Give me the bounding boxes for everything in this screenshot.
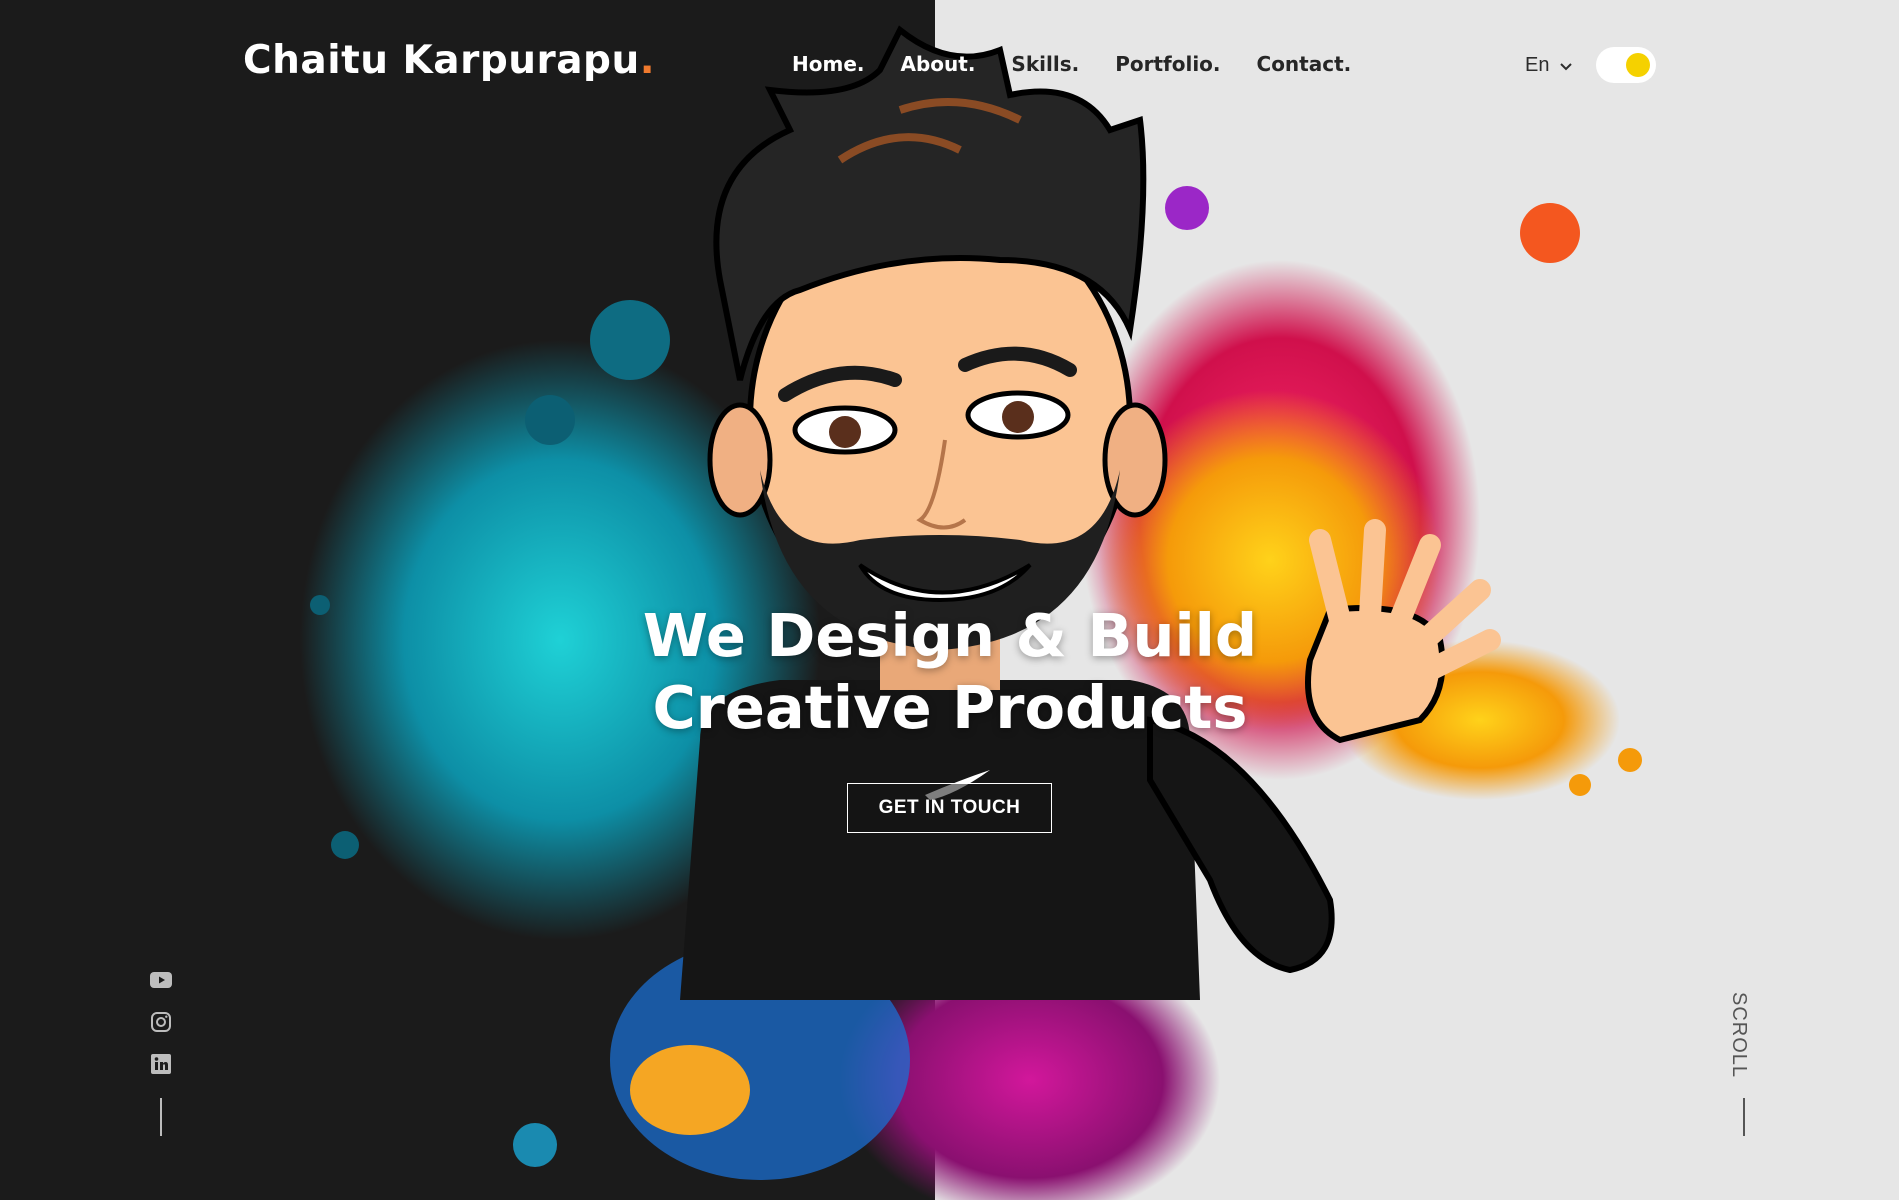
social-links xyxy=(149,968,173,1076)
brand-dot: . xyxy=(639,38,656,83)
left-ear xyxy=(707,402,773,518)
youtube-icon[interactable] xyxy=(149,968,173,992)
main-navigation: Home. About. Skills. Portfolio. Contact. xyxy=(792,52,1351,76)
brand-logo[interactable]: Chaitu Karpurapu. xyxy=(243,38,655,83)
nav-about[interactable]: About. xyxy=(900,52,975,76)
get-in-touch-button[interactable]: GET IN TOUCH xyxy=(847,783,1052,833)
nav-contact[interactable]: Contact. xyxy=(1257,52,1352,76)
teal-paint-dot xyxy=(525,395,575,445)
teal-paint-dot xyxy=(331,831,359,859)
purple-paint-dot xyxy=(1165,186,1209,230)
left-iris xyxy=(829,416,861,448)
blue-paint-dot xyxy=(513,1123,557,1167)
chevron-down-icon xyxy=(1560,62,1573,70)
right-iris xyxy=(1002,401,1034,433)
social-divider-line xyxy=(160,1098,162,1136)
instagram-icon[interactable] xyxy=(149,1010,173,1034)
language-selected: En xyxy=(1525,54,1550,76)
scroll-indicator[interactable]: SCROLL xyxy=(1727,992,1750,1078)
orange-paint-dot xyxy=(1520,203,1580,263)
nav-skills[interactable]: Skills. xyxy=(1011,52,1079,76)
linkedin-icon[interactable] xyxy=(149,1052,173,1076)
teal-paint-dot xyxy=(590,300,670,380)
hero-title: We Design & Build Creative Products xyxy=(600,600,1300,744)
brand-name: Chaitu Karpurapu xyxy=(243,38,640,83)
hero-title-line2: Creative Products xyxy=(652,673,1248,742)
orange-paint-dot xyxy=(1569,774,1591,796)
scroll-line xyxy=(1743,1098,1745,1136)
orange-paint-blob xyxy=(630,1045,750,1135)
nav-home[interactable]: Home. xyxy=(792,52,864,76)
language-selector[interactable]: En xyxy=(1525,54,1573,77)
nav-portfolio[interactable]: Portfolio. xyxy=(1115,52,1220,76)
orange-paint-dot xyxy=(1618,748,1642,772)
teal-paint-dot xyxy=(310,595,330,615)
theme-toggle-knob xyxy=(1626,53,1650,77)
theme-toggle[interactable] xyxy=(1596,47,1656,83)
hero-title-line1: We Design & Build xyxy=(642,601,1258,670)
